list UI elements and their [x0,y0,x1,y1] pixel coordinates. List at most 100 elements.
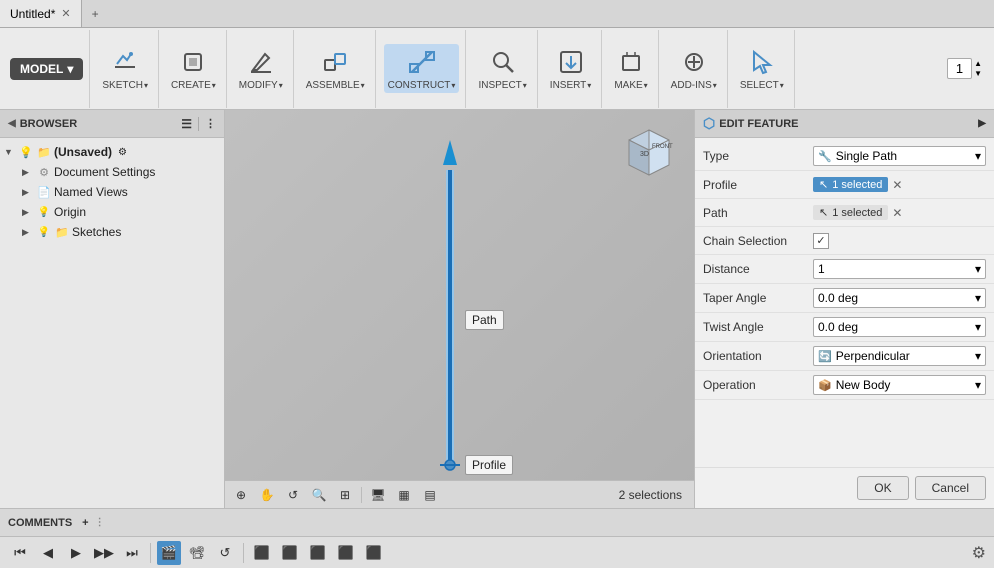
ef-orientation-select[interactable]: 🔄 Perpendicular ▾ [813,346,986,366]
ef-orientation-row: Orientation 🔄 Perpendicular ▾ [695,342,994,371]
tree-named-views[interactable]: ▶ 📄 Named Views [0,182,224,202]
construct-group: CONSTRUCT ▾ [378,30,467,108]
record-button[interactable]: 🎬 [157,541,181,565]
playback-next-button[interactable]: ▶▶ [92,541,116,565]
ef-distance-input[interactable]: 1 ▾ [813,259,986,279]
assemble-button[interactable]: ASSEMBLE ▾ [302,44,369,93]
assemble-label: ASSEMBLE ▾ [306,80,365,91]
display-mode-button[interactable]: 🖥 [366,484,390,506]
twist-value: 0.0 deg [818,320,858,334]
ef-profile-badge[interactable]: ↖ 1 selected [813,177,888,192]
grid-button[interactable]: ▦ [392,484,416,506]
ef-path-label: Path [703,206,813,220]
root-settings-icon[interactable]: ⚙ [118,147,127,158]
view-toggle-4[interactable]: ⬛ [334,541,358,565]
viewport[interactable]: Path Profile 3D FRONT [225,110,694,508]
rotate-button[interactable]: ↺ [281,484,305,506]
doc-settings-arrow[interactable]: ▶ [22,167,34,178]
playback-play-button[interactable]: ▶ [64,541,88,565]
ef-path-row: Path ↖ 1 selected ✕ [695,199,994,227]
modify-icon [245,46,277,78]
quantity-input[interactable]: 1 [947,58,972,79]
view-toggle-2[interactable]: ⬛ [278,541,302,565]
make-button[interactable]: MAKE ▾ [610,44,651,93]
ef-chain-checkbox[interactable]: ✓ [813,233,829,249]
tab-close-button[interactable]: ✕ [61,7,70,20]
browser-collapse-button[interactable]: ◀ [8,118,16,129]
ef-type-value: 🔧 Single Path ▾ [813,146,986,166]
ef-taper-label: Taper Angle [703,291,813,305]
profile-label: Profile [465,455,513,475]
view-toggle-1[interactable]: ⬛ [250,541,274,565]
playback-prev-button[interactable]: ◀ [36,541,60,565]
quantity-down[interactable]: ▼ [974,69,982,79]
create-button[interactable]: CREATE ▾ [167,44,220,93]
named-views-arrow[interactable]: ▶ [22,187,34,198]
model-dropdown-arrow: ▾ [67,62,73,76]
quantity-up[interactable]: ▲ [974,59,982,69]
ef-type-select[interactable]: 🔧 Single Path ▾ [813,146,986,166]
ef-taper-input[interactable]: 0.0 deg ▾ [813,288,986,308]
active-tab[interactable]: Untitled* ✕ [0,0,82,27]
modify-label: MODIFY ▾ [239,80,283,91]
quantity-stepper[interactable]: ▲ ▼ [974,59,982,79]
addins-button[interactable]: ADD-INS ▾ [667,44,721,93]
ef-profile-clear-button[interactable]: ✕ [892,178,902,192]
ef-path-clear-button[interactable]: ✕ [892,206,902,220]
timeline-button[interactable]: ↺ [213,541,237,565]
tree-sketches[interactable]: ▶ 💡 📁 Sketches [0,222,224,242]
cancel-button[interactable]: Cancel [915,476,986,500]
viewcube[interactable]: 3D FRONT [614,120,684,190]
ef-twist-input[interactable]: 0.0 deg ▾ [813,317,986,337]
model-group: MODEL ▾ [4,30,90,108]
tree-root-item[interactable]: ▼ 💡 📁 (Unsaved) ⚙ [0,142,224,162]
view-toggle-5[interactable]: ⬛ [362,541,386,565]
sketch-button[interactable]: SKETCH ▾ [98,44,152,93]
settings-button[interactable]: ⚙ [972,543,986,563]
inspect-button[interactable]: INSPECT ▾ [474,44,530,93]
operation-value: New Body [836,378,891,392]
playback-end-button[interactable]: ⏭ [120,541,144,565]
select-icon [746,46,778,78]
playback-start-button[interactable]: ⏮ [8,541,32,565]
insert-button[interactable]: INSERT ▾ [546,44,596,93]
select-group: SELECT ▾ [730,30,795,108]
sketches-bulb-icon: 💡 [36,224,52,240]
view-options-button[interactable]: ▤ [418,484,442,506]
view-toggle-3[interactable]: ⬛ [306,541,330,565]
ef-expand-button[interactable]: ▶ [978,118,986,129]
origin-arrow[interactable]: ▶ [22,207,34,218]
tree-origin[interactable]: ▶ 💡 Origin [0,202,224,222]
ok-button[interactable]: OK [857,476,908,500]
comments-add-button[interactable]: + [82,517,88,529]
root-folder-icon: 📁 [36,144,52,160]
construct-button[interactable]: CONSTRUCT ▾ [384,44,460,93]
pan-button[interactable]: ✋ [255,484,279,506]
modify-button[interactable]: MODIFY ▾ [235,44,287,93]
snap-button[interactable]: ⊕ [229,484,253,506]
new-tab-button[interactable]: + [82,7,109,21]
root-expand-arrow[interactable]: ▼ [4,147,16,157]
ef-operation-select[interactable]: 📦 New Body ▾ [813,375,986,395]
comments-resize-handle[interactable]: ⋮ [95,517,105,528]
browser-resize-handle[interactable]: ⋮ [205,117,216,130]
fit-button[interactable]: ⊞ [333,484,357,506]
main-area: ◀ BROWSER ☰ ⋮ ▼ 💡 📁 (Unsaved) ⚙ ▶ ⚙ Docu… [0,110,994,508]
type-icon: 🔧 [818,150,832,163]
browser-menu-button[interactable]: ☰ [181,117,192,131]
make-label: MAKE ▾ [614,80,647,91]
inspect-arrow: ▾ [523,81,527,90]
capture-button[interactable]: 📽 [185,541,209,565]
ef-distance-row: Distance 1 ▾ [695,255,994,284]
construct-icon [406,46,438,78]
select-button[interactable]: SELECT ▾ [736,44,788,93]
browser-panel: ◀ BROWSER ☰ ⋮ ▼ 💡 📁 (Unsaved) ⚙ ▶ ⚙ Docu… [0,110,225,508]
inspect-group: INSPECT ▾ [468,30,537,108]
sketches-arrow[interactable]: ▶ [22,227,34,238]
insert-icon [555,46,587,78]
zoom-button[interactable]: 🔍 [307,484,331,506]
model-button[interactable]: MODEL ▾ [10,58,83,80]
tree-document-settings[interactable]: ▶ ⚙ Document Settings [0,162,224,182]
origin-bulb-icon: 💡 [36,204,52,220]
ef-path-badge[interactable]: ↖ 1 selected [813,205,888,220]
